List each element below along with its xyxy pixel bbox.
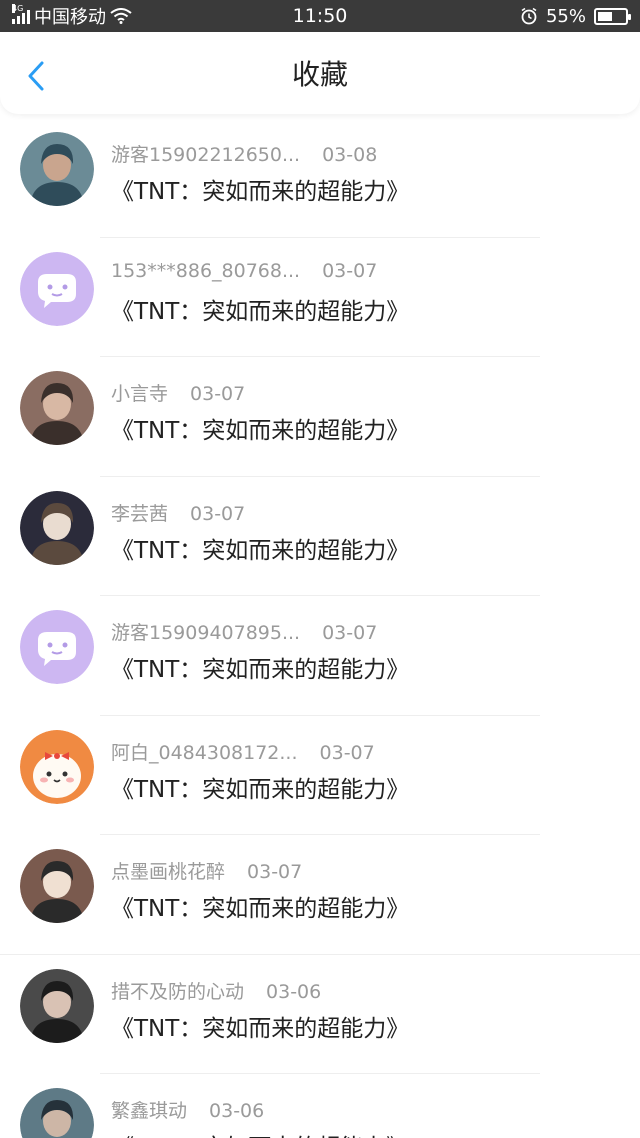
item-meta: 点墨画桃花醉 03-07 [111,857,302,884]
item-meta: 措不及防的心动 03-06 [111,977,321,1004]
user-name: 153***886_80768... [111,259,301,282]
user-name: 李芸茜 [111,502,169,525]
list-item[interactable]: 点墨画桃花醉 03-07 《TNT：突如而来的超能力》 [0,835,640,955]
avatar[interactable] [20,968,94,1043]
user-name: 点墨画桃花醉 [111,861,226,883]
item-meta: 小言寺 03-07 [111,379,245,406]
avatar[interactable] [20,132,94,206]
item-date: 03-07 [322,259,378,282]
battery-percent: 55% [545,5,586,27]
avatar[interactable] [20,729,94,804]
book-title[interactable]: 《TNT：突如而来的超能力》 [111,1009,409,1043]
item-date: 03-06 [209,1100,265,1122]
item-meta: 游客15909407895... 03-07 [111,618,377,645]
status-right: 55% [520,5,631,27]
item-date: 03-07 [319,741,375,764]
item-date: 03-06 [266,980,322,1003]
signal-icon: 4G [12,4,30,24]
item-meta: 153***886_80768... 03-07 [111,260,377,282]
avatar[interactable] [20,1088,94,1138]
alarm-icon [521,7,537,25]
user-name: 游客15909407895... [111,622,301,644]
list-item[interactable]: 李芸茜 03-07 《TNT：突如而来的超能力》 [0,477,640,596]
book-title[interactable]: 《TNT：突如而来的超能力》 [111,292,409,326]
list-item[interactable]: 小言寺 03-07 《TNT：突如而来的超能力》 [0,357,640,477]
favorites-list: 游客15902212650... 03-08 《TNT：突如而来的超能力》 153**… [0,118,640,1138]
avatar[interactable] [20,849,94,923]
user-name: 繁鑫琪动 [111,1100,188,1122]
book-title[interactable]: 《TNT：突如而来的超能力》 [111,1128,409,1138]
page-title: 收藏 [291,58,348,91]
user-name: 措不及防的心动 [111,980,245,1003]
item-date: 03-07 [190,502,246,525]
status-left: 4G 中国移动 [12,3,132,29]
item-date: 03-07 [322,622,378,644]
status-bar: 4G 中国移动 11:50 55% [0,0,640,32]
list-item[interactable]: 153***886_80768... 03-07 《TNT：突如而来的超能力》 [0,238,640,357]
book-title[interactable]: 《TNT：突如而来的超能力》 [111,889,409,923]
item-date: 03-07 [190,383,246,405]
book-title[interactable]: 《TNT：突如而来的超能力》 [111,411,409,445]
avatar[interactable] [20,490,94,565]
item-meta: 游客15902212650... 03-08 [111,140,377,167]
list-item[interactable]: 阿白_0484308172... 03-07 《TNT：突如而来的超能力》 [0,716,640,835]
item-date: 03-08 [322,144,378,166]
user-name: 小言寺 [111,383,169,405]
avatar[interactable] [20,251,94,326]
book-title[interactable]: 《TNT：突如而来的超能力》 [111,172,409,206]
list-item[interactable]: 繁鑫琪动 03-06 《TNT：突如而来的超能力》 [0,1074,640,1138]
item-date: 03-07 [247,861,303,883]
chevron-left-icon [28,61,44,91]
item-meta: 阿白_0484308172... 03-07 [111,738,375,765]
avatar[interactable] [20,371,94,445]
list-item[interactable]: 措不及防的心动 03-06 《TNT：突如而来的超能力》 [0,955,640,1074]
back-button[interactable] [18,58,54,94]
battery-level [598,11,613,21]
nav-header: 收藏 [0,32,640,114]
book-title[interactable]: 《TNT：突如而来的超能力》 [111,770,409,804]
item-meta: 繁鑫琪动 03-06 [111,1096,264,1123]
user-name: 阿白_0484308172... [111,741,298,764]
carrier-label: 中国移动 [34,7,106,28]
list-item[interactable]: 游客15909407895... 03-07 《TNT：突如而来的超能力》 [0,596,640,716]
book-title[interactable]: 《TNT：突如而来的超能力》 [111,650,409,684]
item-meta: 李芸茜 03-07 [111,499,245,526]
book-title[interactable]: 《TNT：突如而来的超能力》 [111,531,409,565]
avatar[interactable] [20,610,94,684]
battery-icon [594,7,631,25]
user-name: 游客15902212650... [111,144,301,166]
wifi-icon [110,8,132,24]
list-item[interactable]: 游客15902212650... 03-08 《TNT：突如而来的超能力》 [0,118,640,238]
network-type-label: 4G [12,4,24,13]
